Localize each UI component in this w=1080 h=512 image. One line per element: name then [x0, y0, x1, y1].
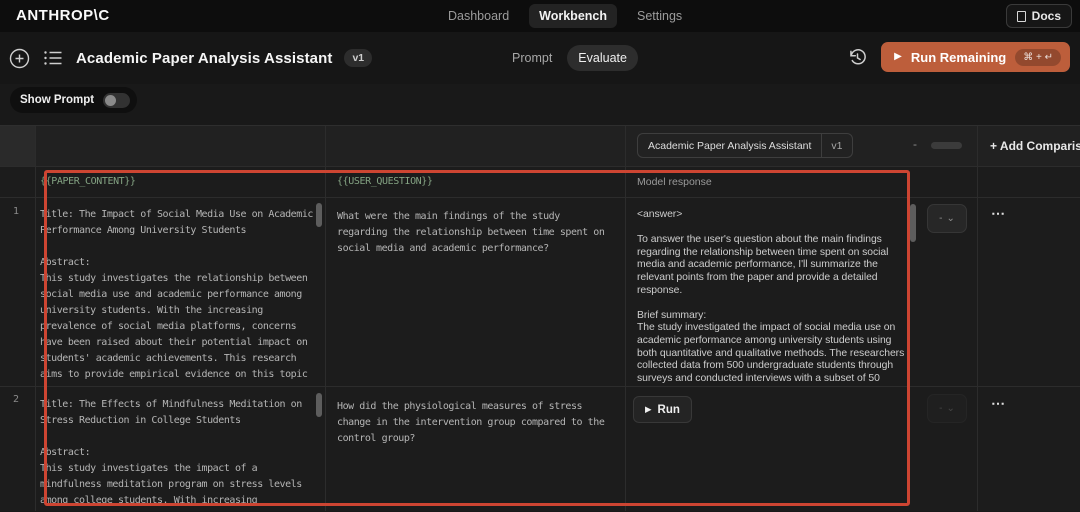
- play-icon: ▶: [894, 51, 902, 62]
- version-badge[interactable]: v1: [344, 49, 373, 67]
- column-user-question: {{USER_QUESTION}}: [337, 176, 433, 187]
- show-prompt-label: Show Prompt: [20, 94, 95, 106]
- grid-vline: [35, 126, 36, 511]
- paper-content-cell[interactable]: Title: The Impact of Social Media Use on…: [40, 207, 316, 385]
- cell-scrollbar[interactable]: [316, 203, 322, 227]
- column-model-response: Model response: [637, 176, 712, 188]
- score-dropdown[interactable]: - ⌄: [927, 204, 967, 233]
- table-header-row: [0, 126, 1080, 166]
- chevron-down-icon: ⌄: [946, 213, 955, 224]
- score-dropdown-disabled: - ⌄: [927, 394, 967, 423]
- response-model-version: v1: [821, 134, 851, 157]
- run-row-button[interactable]: ▶ Run: [633, 396, 692, 423]
- play-icon: ▶: [645, 404, 652, 415]
- grid-hline: [0, 166, 1080, 167]
- header-score-dash: -: [913, 137, 917, 151]
- tab-prompt[interactable]: Prompt: [501, 45, 563, 71]
- prompt-title[interactable]: Academic Paper Analysis Assistant: [76, 50, 332, 67]
- grid-vline: [977, 126, 978, 511]
- grid-vline: [625, 126, 626, 511]
- user-question-cell[interactable]: How did the physiological measures of st…: [337, 399, 610, 512]
- history-icon[interactable]: [846, 46, 868, 68]
- nav-item-workbench[interactable]: Workbench: [529, 4, 617, 28]
- row-number: 2: [13, 394, 20, 405]
- nav-links: Dashboard Workbench Settings: [438, 3, 692, 29]
- tab-evaluate[interactable]: Evaluate: [567, 45, 638, 71]
- add-comparison-button[interactable]: + Add Comparison: [990, 126, 1080, 166]
- new-prompt-icon[interactable]: [8, 47, 30, 69]
- evaluation-table: Academic Paper Analysis Assistant v1 - +…: [0, 125, 1080, 511]
- header-score-pill[interactable]: [931, 142, 962, 149]
- model-response-cell[interactable]: <answer> To answer the user's question a…: [637, 209, 907, 385]
- row-number: 1: [13, 206, 20, 217]
- grid-hline: [0, 386, 1080, 387]
- nav-item-settings[interactable]: Settings: [627, 4, 692, 28]
- score-value: -: [939, 403, 943, 414]
- user-question-cell[interactable]: What were the main findings of the study…: [337, 209, 610, 329]
- cell-scrollbar[interactable]: [910, 204, 916, 242]
- score-value: -: [939, 213, 943, 224]
- chevron-down-icon: ⌄: [946, 403, 955, 414]
- toggle-knob: [105, 94, 117, 106]
- grid-vline: [325, 126, 326, 511]
- prompt-list-icon[interactable]: [42, 47, 64, 69]
- grid-hline: [0, 197, 1080, 198]
- anthropic-logo[interactable]: ANTHROP\C: [16, 7, 110, 24]
- show-prompt-toggle[interactable]: [103, 92, 131, 108]
- column-paper-content: {{PAPER_CONTENT}}: [40, 176, 136, 187]
- response-model-chip[interactable]: Academic Paper Analysis Assistant v1: [637, 133, 853, 158]
- top-nav-bar: ANTHROP\C Dashboard Workbench Settings D…: [0, 0, 1080, 32]
- run-row-label: Run: [657, 403, 680, 416]
- run-shortcut-badge: ⌘ + ↵: [1015, 48, 1061, 66]
- docs-label: Docs: [1031, 9, 1061, 23]
- run-remaining-button[interactable]: ▶ Run Remaining ⌘ + ↵: [881, 42, 1070, 72]
- mode-tabs: Prompt Evaluate: [501, 45, 638, 71]
- docs-icon: [1016, 10, 1026, 22]
- run-remaining-label: Run Remaining: [910, 49, 1007, 65]
- nav-item-dashboard[interactable]: Dashboard: [438, 4, 519, 28]
- row-more-menu[interactable]: ⋯: [991, 396, 1006, 410]
- table-header-gutter: [0, 126, 35, 166]
- cell-scrollbar[interactable]: [316, 393, 322, 417]
- docs-button[interactable]: Docs: [1005, 4, 1072, 28]
- response-model-name: Academic Paper Analysis Assistant: [648, 139, 812, 152]
- row-more-menu[interactable]: ⋯: [991, 206, 1006, 220]
- show-prompt-control[interactable]: Show Prompt: [10, 87, 138, 113]
- paper-content-cell[interactable]: Title: The Effects of Mindfulness Medita…: [40, 397, 316, 512]
